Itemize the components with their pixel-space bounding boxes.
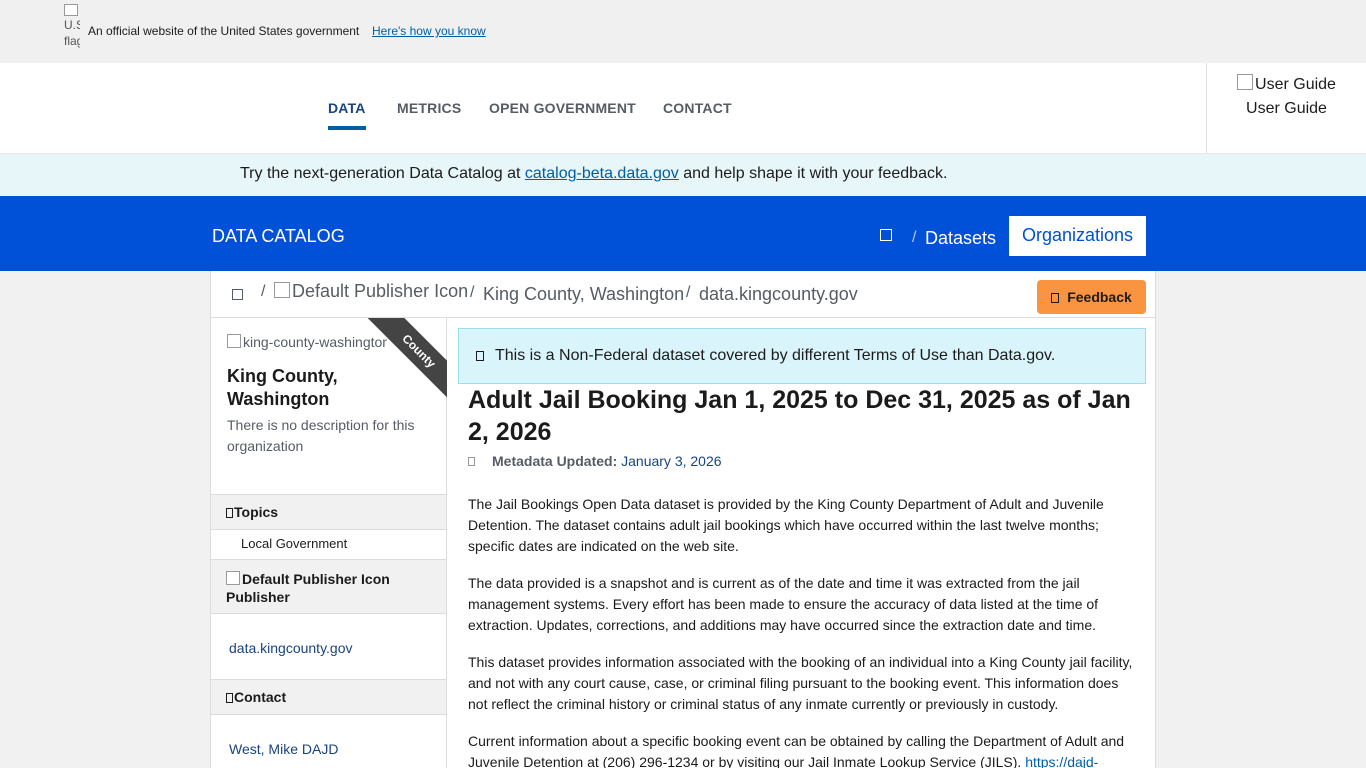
tag-icon	[226, 508, 233, 518]
info-icon	[476, 351, 484, 361]
sidebar: king-county-washington County King Count…	[211, 318, 447, 768]
feedback-button[interactable]: Feedback	[1037, 280, 1146, 314]
publisher-icon: Default Publisher Icon	[226, 571, 390, 587]
gov-banner: U.S. flag An official website of the Uni…	[0, 0, 1366, 63]
publisher-link[interactable]: data.kingcounty.gov	[229, 640, 353, 656]
calendar-icon	[468, 457, 475, 466]
topics-heading-label: Topics	[234, 504, 279, 520]
description-paragraph: Current information about a specific boo…	[468, 731, 1138, 768]
metadata-date: January 3, 2026	[621, 453, 722, 469]
datasets-link[interactable]: Datasets	[925, 228, 996, 249]
publisher-heading: Default Publisher Icon Publisher	[211, 559, 446, 614]
breadcrumb-separator: /	[470, 284, 475, 301]
home-icon[interactable]	[880, 229, 892, 241]
contact-heading-label: Contact	[234, 689, 287, 705]
organizations-tab[interactable]: Organizations	[1009, 216, 1146, 256]
breadcrumb-separator: /	[261, 283, 266, 300]
envelope-icon	[226, 693, 233, 703]
breadcrumb-separator: /	[912, 229, 917, 246]
dataset-title: Adult Jail Booking Jan 1, 2025 to Dec 31…	[468, 386, 1131, 446]
user-guide-label: User Guide	[1246, 100, 1327, 117]
gov-banner-text: An official website of the United States…	[88, 24, 360, 38]
breadcrumb-organization[interactable]: King County, Washington	[483, 284, 684, 305]
breadcrumb-dataset: data.kingcounty.gov	[699, 284, 858, 304]
home-icon[interactable]	[232, 289, 243, 300]
beta-notice-prefix: Try the next-generation Data Catalog at	[240, 165, 525, 182]
us-flag-alt-text: U.S. flag	[64, 18, 80, 48]
content-container: / Default Publisher Icon / King County, …	[210, 271, 1156, 768]
beta-notice-suffix: and help shape it with your feedback.	[678, 165, 948, 182]
publisher-icon: Default Publisher Icon	[274, 281, 468, 302]
non-federal-alert: This is a Non-Federal dataset covered by…	[458, 328, 1146, 384]
description-paragraph: This dataset provides information associ…	[468, 654, 1133, 712]
us-flag-icon: U.S. flag	[64, 4, 80, 56]
broken-image-icon	[64, 4, 78, 16]
user-guide-image: User Guide	[1207, 73, 1366, 97]
feedback-label: Feedback	[1067, 289, 1132, 305]
alert-text: This is a Non-Federal dataset covered by…	[495, 347, 1056, 364]
data-catalog-title[interactable]: DATA CATALOG	[212, 226, 345, 247]
description-paragraph: The Jail Bookings Open Data dataset is p…	[468, 496, 1104, 554]
description-paragraph: The data provided is a snapshot and is c…	[468, 575, 1099, 633]
metadata-updated: Metadata Updated: January 3, 2026	[468, 453, 722, 469]
organization-name: King County, Washington	[227, 366, 338, 409]
metadata-label: Metadata Updated:	[492, 453, 618, 469]
contact-link[interactable]: West, Mike DAJD	[229, 741, 338, 757]
heres-how-you-know-link[interactable]: Here's how you know	[372, 24, 486, 38]
catalog-bar: DATA CATALOG / Datasets Organizations	[0, 196, 1366, 271]
organization-description: There is no description for this organiz…	[227, 417, 415, 454]
site-header: DATA METRICS OPEN GOVERNMENT CONTACT Use…	[0, 63, 1366, 154]
topic-local-government[interactable]: Local Government	[241, 536, 347, 551]
nav-open-government[interactable]: OPEN GOVERNMENT	[489, 100, 636, 116]
main-content: This is a Non-Federal dataset covered by…	[447, 318, 1155, 768]
breadcrumb-separator: /	[686, 284, 691, 301]
jils-link[interactable]: https://dajd-	[1025, 754, 1098, 768]
beta-notice: Try the next-generation Data Catalog at …	[0, 154, 1366, 196]
catalog-beta-link[interactable]: catalog-beta.data.gov	[525, 165, 679, 182]
contact-heading: Contact	[211, 679, 446, 715]
publisher-heading-label: Publisher	[226, 589, 290, 605]
user-guide-link[interactable]: User Guide User Guide	[1206, 63, 1366, 154]
topics-heading: Topics	[211, 494, 446, 530]
comment-icon	[1051, 293, 1060, 303]
nav-data[interactable]: DATA	[328, 100, 366, 130]
nav-contact[interactable]: CONTACT	[663, 100, 732, 116]
breadcrumb: / Default Publisher Icon / King County, …	[211, 271, 1155, 318]
nav-metrics[interactable]: METRICS	[397, 100, 461, 116]
